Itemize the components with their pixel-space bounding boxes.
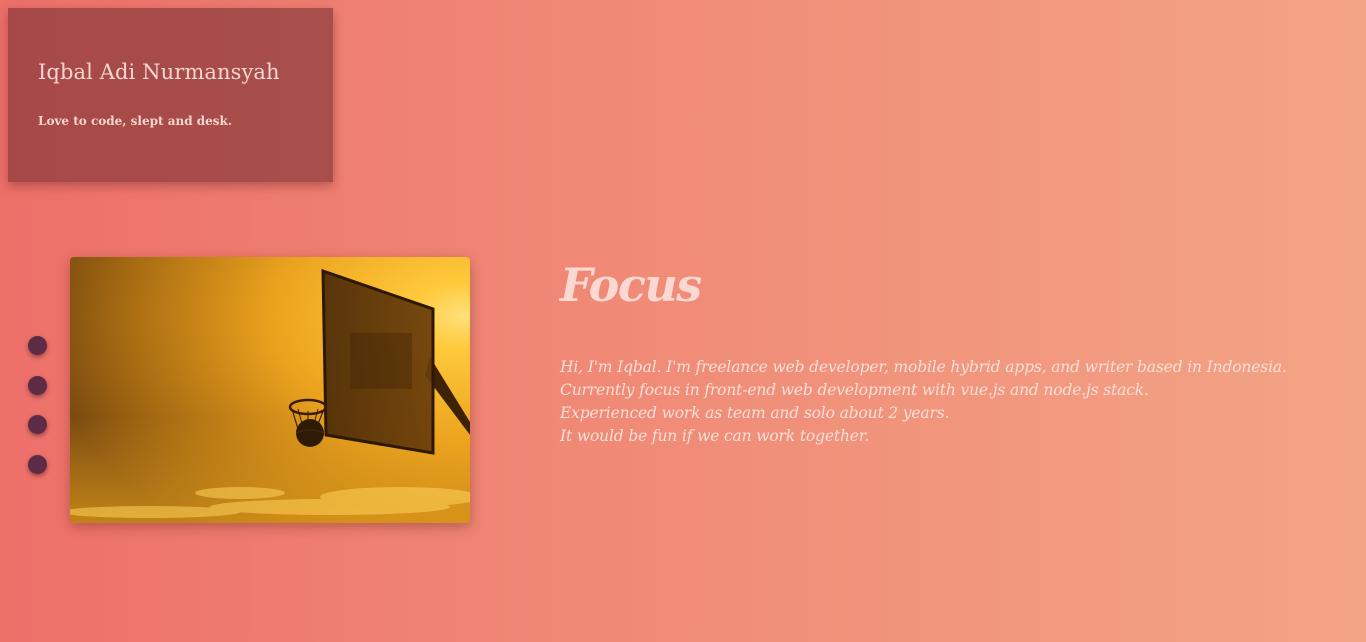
profile-card: Iqbal Adi Nurmansyah Love to code, slept… (8, 8, 333, 182)
profile-name: Iqbal Adi Nurmansyah (38, 60, 280, 84)
description-line-2: Currently focus in front-end web develop… (560, 381, 1149, 399)
description-line-4: It would be fun if we can work together. (560, 427, 870, 445)
basketball-hoop-photo (70, 257, 470, 523)
profile-tagline: Love to code, slept and desk. (38, 114, 233, 128)
nav-dot-1[interactable] (28, 336, 47, 355)
nav-dot-3[interactable] (28, 415, 47, 434)
slide-navigation-dots (28, 336, 48, 494)
section-description: Hi, I'm Iqbal. I'm freelance web develop… (560, 356, 1350, 448)
section-title: Focus (560, 258, 702, 312)
description-line-3: Experienced work as team and solo about … (560, 404, 950, 422)
description-line-1: Hi, I'm Iqbal. I'm freelance web develop… (560, 358, 1287, 376)
nav-dot-4[interactable] (28, 454, 47, 474)
nav-dot-2[interactable] (28, 375, 47, 395)
